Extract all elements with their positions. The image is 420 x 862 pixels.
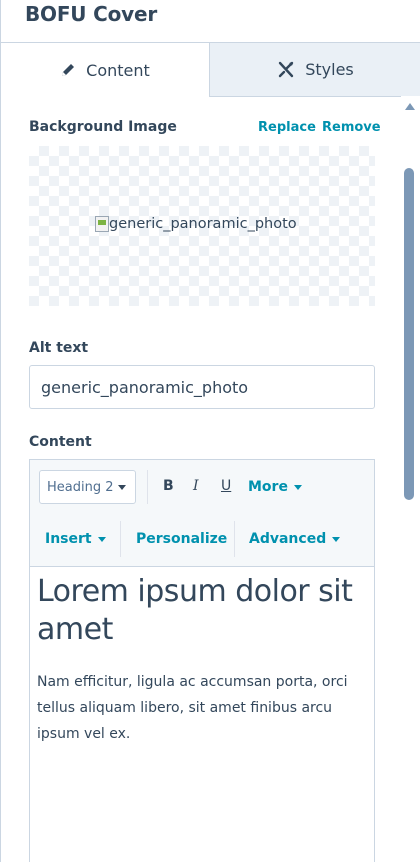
scrollbar-thumb[interactable]: [404, 168, 414, 500]
personalize-button[interactable]: Personalize: [136, 531, 227, 547]
module-title: BOFU Cover: [25, 2, 157, 26]
editor-content-area[interactable]: Lorem ipsum dolor sit amet Nam efficitur…: [30, 567, 374, 747]
heading-select[interactable]: Heading 2: [39, 470, 136, 504]
replace-link[interactable]: Replace: [258, 120, 316, 135]
content-label: Content: [29, 434, 92, 450]
heading-select-value: Heading 2: [47, 479, 114, 495]
personalize-label: Personalize: [136, 531, 228, 547]
chevron-down-icon: [332, 536, 341, 542]
insert-label: Insert: [45, 531, 92, 547]
broken-image-icon: [95, 216, 109, 232]
toolbar-divider: [147, 470, 148, 504]
advanced-label: Advanced: [249, 531, 327, 547]
chevron-down-icon: [97, 536, 106, 542]
toolbar-divider: [234, 521, 235, 557]
chevron-down-icon: [118, 485, 126, 490]
alt-text-input[interactable]: [29, 365, 375, 409]
tab-styles[interactable]: Styles: [210, 43, 420, 97]
content-heading[interactable]: Lorem ipsum dolor sit amet: [37, 573, 367, 649]
broken-image: generic_panoramic_photo: [95, 216, 297, 232]
pencil-icon: [60, 62, 76, 78]
module-editor-panel: BOFU Cover Content Styles Background Ima…: [0, 0, 420, 862]
content-paragraph[interactable]: Nam efficitur, ligula ac accumsan porta,…: [37, 669, 367, 747]
insert-dropdown[interactable]: Insert: [45, 531, 106, 547]
editor-toolbar: Heading 2 B I U More Insert Personalize …: [30, 460, 374, 567]
scissors-icon: [277, 61, 295, 79]
tab-content-label: Content: [86, 60, 150, 80]
rich-text-editor: Heading 2 B I U More Insert Personalize …: [29, 459, 375, 862]
toolbar-divider: [120, 521, 121, 557]
chevron-down-icon: [293, 484, 302, 490]
more-dropdown[interactable]: More: [248, 479, 302, 495]
panel-header: BOFU Cover: [1, 0, 420, 42]
remove-link[interactable]: Remove: [322, 120, 381, 135]
advanced-dropdown[interactable]: Advanced: [249, 531, 341, 547]
tab-content[interactable]: Content: [1, 43, 210, 97]
broken-image-alt: generic_panoramic_photo: [109, 216, 297, 232]
underline-button[interactable]: U: [221, 478, 231, 494]
tab-styles-label: Styles: [305, 60, 354, 79]
tab-bar: Content Styles: [1, 42, 420, 97]
italic-button[interactable]: I: [193, 478, 199, 494]
alt-text-label: Alt text: [29, 340, 89, 356]
scroll-up-arrow-icon[interactable]: [405, 103, 415, 110]
background-image-label: Background Image: [29, 119, 177, 135]
more-label: More: [248, 479, 288, 495]
bold-button[interactable]: B: [163, 478, 174, 494]
